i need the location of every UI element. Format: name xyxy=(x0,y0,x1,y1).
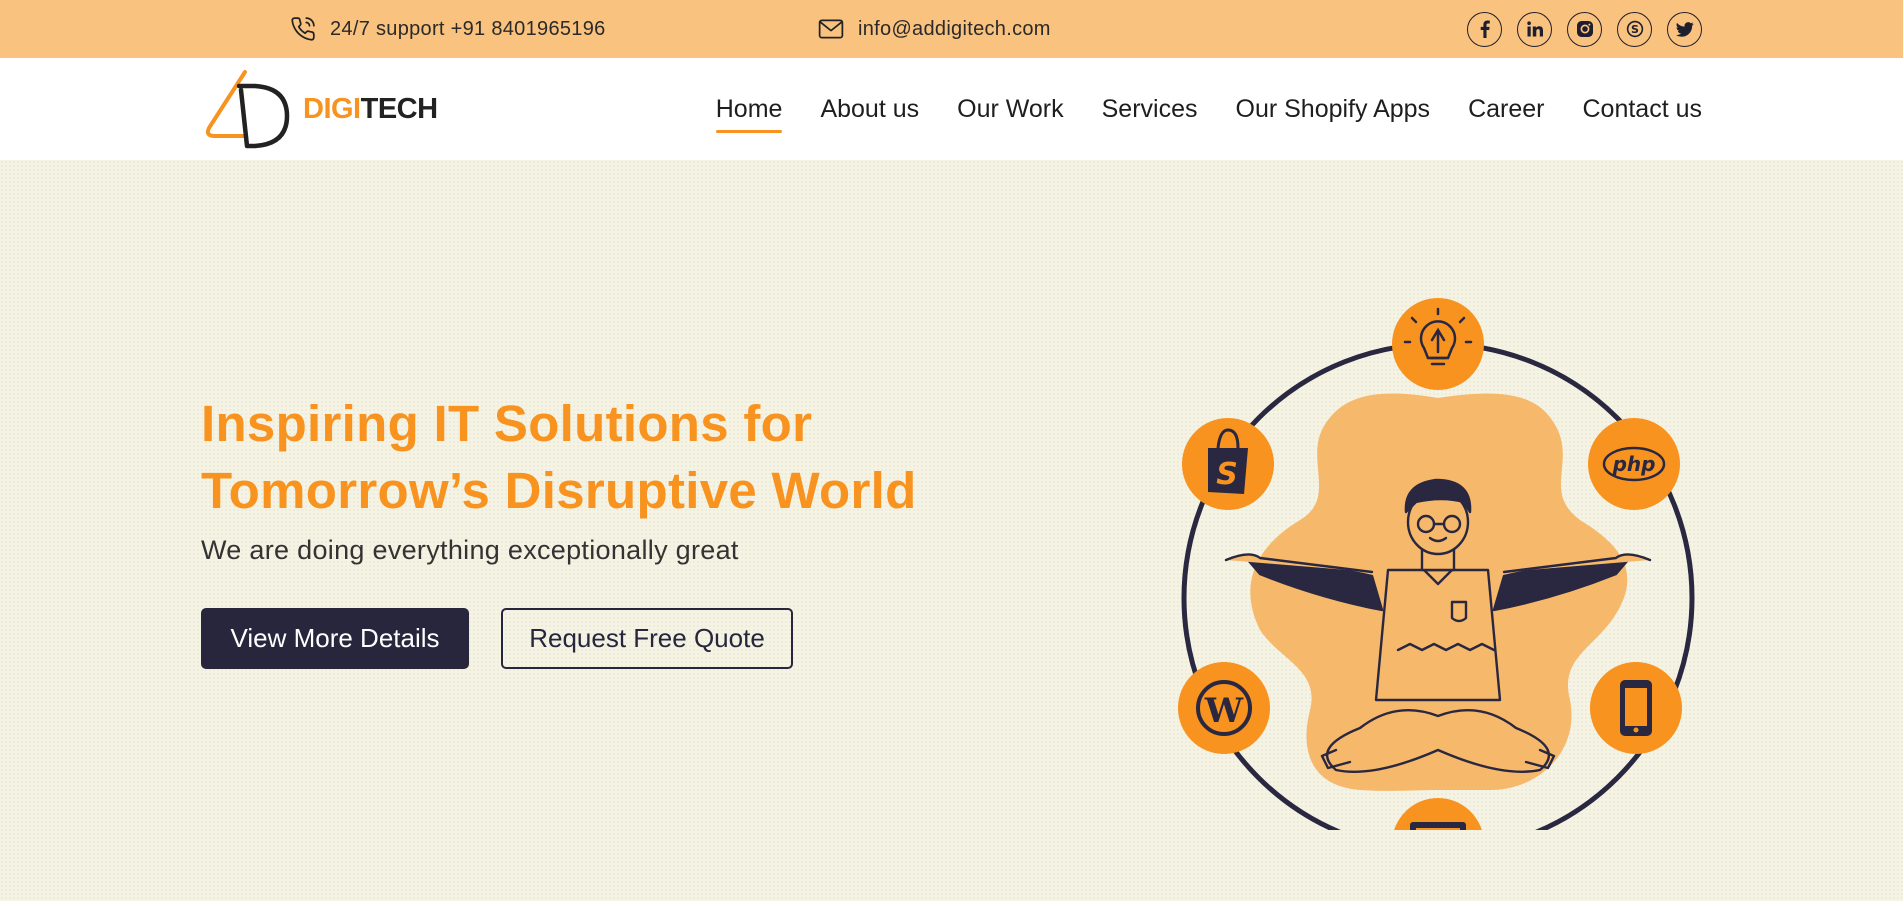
idea-pen-icon xyxy=(1392,298,1484,390)
support-email[interactable]: info@addigitech.com xyxy=(818,0,1051,58)
instagram-icon[interactable] xyxy=(1567,11,1602,47)
skype-icon[interactable]: S xyxy=(1617,11,1652,47)
hero-illustration: php W S xyxy=(1178,298,1695,830)
view-more-details-button[interactable]: View More Details xyxy=(201,608,469,669)
support-phone-text: 24/7 support +91 8401965196 xyxy=(330,17,606,40)
hero-title: Inspiring IT Solutions for Tomorrow’s Di… xyxy=(201,390,961,524)
linkedin-icon[interactable] xyxy=(1517,11,1552,47)
logo-wordmark: DIGITECH xyxy=(303,93,438,126)
hero-title-line2: Tomorrow’s Disruptive World xyxy=(201,462,917,519)
nav-about-us[interactable]: About us xyxy=(820,95,919,124)
nav-contact-us[interactable]: Contact us xyxy=(1582,95,1702,124)
site-header: DIGITECH Home About us Our Work Services… xyxy=(0,58,1903,160)
nav-shopify-apps[interactable]: Our Shopify Apps xyxy=(1236,95,1431,124)
svg-text:S: S xyxy=(1216,457,1238,492)
nav-services[interactable]: Services xyxy=(1102,95,1198,124)
support-phone[interactable]: 24/7 support +91 8401965196 xyxy=(290,0,606,58)
logo-digi: DIGI xyxy=(303,92,361,125)
twitter-icon[interactable] xyxy=(1667,11,1702,47)
facebook-icon[interactable] xyxy=(1467,11,1502,47)
nav-career[interactable]: Career xyxy=(1468,95,1544,124)
mobile-icon xyxy=(1590,662,1682,754)
mail-icon xyxy=(818,19,844,39)
digitech-logo[interactable]: DIGITECH xyxy=(201,65,449,153)
social-links: S xyxy=(1467,0,1702,58)
hero-section: Inspiring IT Solutions for Tomorrow’s Di… xyxy=(0,160,1903,901)
wordpress-icon: W xyxy=(1178,662,1270,754)
nav-our-work[interactable]: Our Work xyxy=(957,95,1064,124)
svg-text:S: S xyxy=(1631,23,1639,36)
top-bar: 24/7 support +91 8401965196 info@addigit… xyxy=(0,0,1903,58)
hero-title-line1: Inspiring IT Solutions for xyxy=(201,395,813,452)
desktop-icon xyxy=(1394,798,1482,830)
shopify-icon: S xyxy=(1182,418,1274,510)
php-badge-text: php xyxy=(1612,452,1656,476)
main-nav: Home About us Our Work Services Our Shop… xyxy=(715,58,1702,160)
hero-subtitle: We are doing everything exceptionally gr… xyxy=(201,535,739,565)
svg-text:W: W xyxy=(1204,691,1244,731)
support-email-text: info@addigitech.com xyxy=(858,17,1051,40)
php-icon: php xyxy=(1588,418,1680,510)
request-free-quote-button[interactable]: Request Free Quote xyxy=(501,608,793,669)
logo-tech: TECH xyxy=(360,92,438,125)
phone-icon xyxy=(291,17,315,41)
nav-home[interactable]: Home xyxy=(715,95,782,133)
logo-mark-icon xyxy=(205,70,290,149)
